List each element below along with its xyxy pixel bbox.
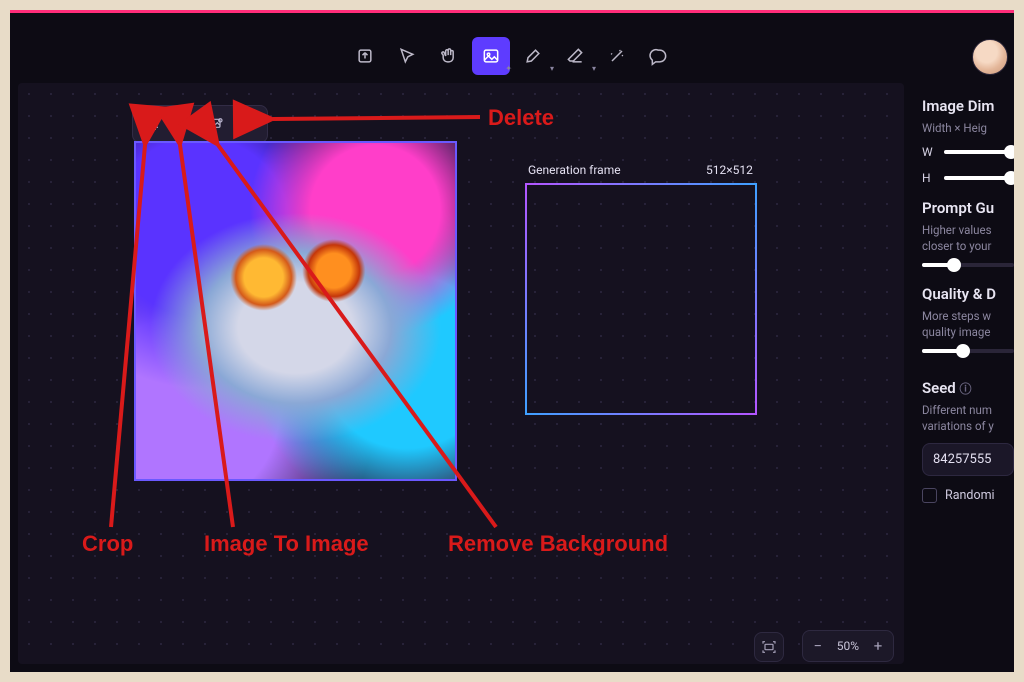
image-dimensions-sub: Width × Heig <box>922 121 1014 135</box>
generation-frame-label: Generation frame <box>528 163 621 177</box>
randomize-label: Randomi <box>945 488 995 503</box>
annotation-delete: Delete <box>488 105 554 131</box>
crop-button[interactable] <box>137 110 167 138</box>
select-tool[interactable] <box>388 37 426 75</box>
height-label: H <box>922 171 936 185</box>
context-toolbar <box>132 105 268 143</box>
randomize-checkbox[interactable] <box>922 488 937 503</box>
canvas-area[interactable]: Generation frame 512×512 Delete Crop Ima… <box>18 83 904 664</box>
prompt-guidance-sub1: Higher values <box>922 223 1014 237</box>
image-content <box>136 143 455 479</box>
zoom-control: − 50% + <box>802 630 894 662</box>
annotation-i2i: Image To Image <box>204 531 369 557</box>
width-label: W <box>922 145 936 159</box>
image-to-image-button[interactable] <box>169 110 199 138</box>
top-toolbar: ✦ ▾ ▾ <box>10 31 1014 81</box>
pan-tool[interactable] <box>430 37 468 75</box>
settings-panel: Image Dim Width × Heig W H Prompt Gu Hig… <box>914 83 1014 664</box>
avatar[interactable] <box>972 39 1008 75</box>
zoom-out-button[interactable]: − <box>807 635 829 657</box>
quality-slider[interactable] <box>922 349 1014 353</box>
seed-sub2: variations of y <box>922 419 1014 433</box>
erase-tool[interactable]: ▾ <box>556 37 594 75</box>
generation-frame[interactable] <box>525 183 757 415</box>
quality-title: Quality & D <box>922 285 1014 303</box>
seed-title: Seed ⓘ <box>922 379 1014 397</box>
prompt-guidance-title: Prompt Gu <box>922 199 1014 217</box>
wand-tool[interactable] <box>598 37 636 75</box>
export-tool[interactable] <box>346 37 384 75</box>
annotation-removebg: Remove Background <box>448 531 668 557</box>
zoom-in-button[interactable]: + <box>867 635 889 657</box>
width-slider[interactable] <box>944 150 1014 154</box>
image-tool[interactable]: ✦ <box>472 37 510 75</box>
prompt-guidance-sub2: closer to your <box>922 239 1014 253</box>
annotation-crop: Crop <box>82 531 133 557</box>
quality-sub2: quality image <box>922 325 1014 339</box>
height-slider[interactable] <box>944 176 1014 180</box>
generation-frame-dimensions: 512×512 <box>706 163 753 177</box>
selected-image[interactable] <box>134 141 457 481</box>
guidance-slider[interactable] <box>922 263 1014 267</box>
delete-button[interactable] <box>233 110 263 138</box>
seed-sub1: Different num <box>922 403 1014 417</box>
quality-sub1: More steps w <box>922 309 1014 323</box>
zoom-fit-button[interactable] <box>754 632 784 662</box>
zoom-value: 50% <box>835 639 861 653</box>
seed-input[interactable]: 84257555 <box>922 443 1014 476</box>
comment-tool[interactable] <box>640 37 678 75</box>
remove-background-button[interactable] <box>201 110 231 138</box>
brush-tool[interactable]: ▾ <box>514 37 552 75</box>
image-dimensions-title: Image Dim <box>922 97 1014 115</box>
